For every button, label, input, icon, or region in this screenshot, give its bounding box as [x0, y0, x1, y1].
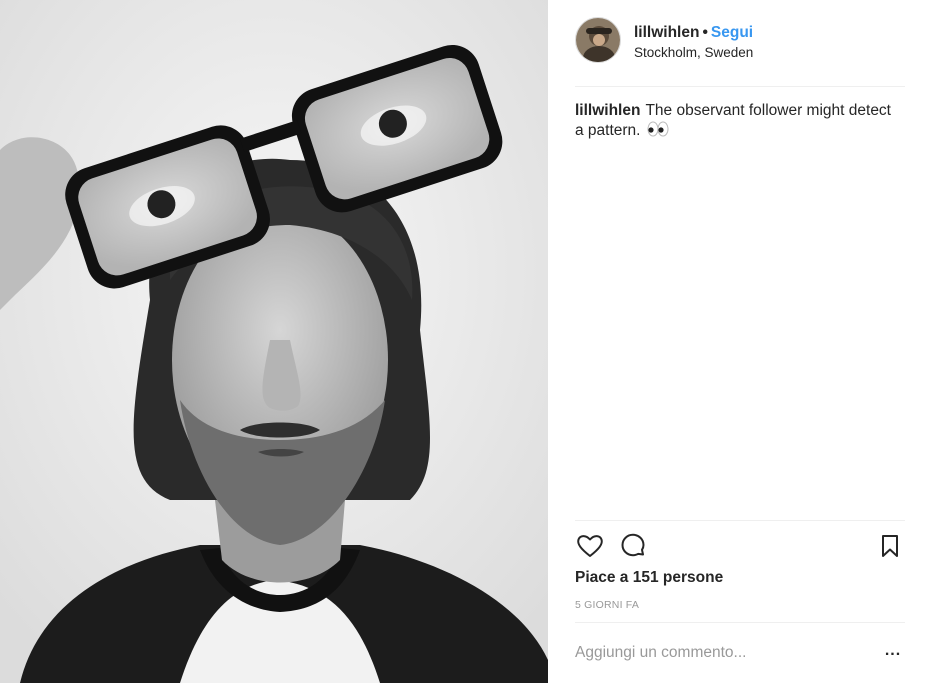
post-timestamp[interactable]: 5 GIORNI FA	[575, 599, 639, 611]
avatar[interactable]	[575, 17, 621, 63]
caption-username[interactable]: lillwihlen	[575, 102, 640, 119]
bookmark-icon[interactable]	[875, 531, 905, 561]
more-options-icon[interactable]: ...	[881, 643, 905, 663]
avatar-image	[576, 18, 620, 62]
photo-image	[0, 0, 548, 683]
comment-row: ...	[575, 638, 905, 668]
eyes-emoji-icon	[647, 121, 669, 143]
post-details-panel: lillwihlen • Segui Stockholm, Sweden lillw…	[548, 0, 930, 683]
post-header: lillwihlen • Segui Stockholm, Sweden	[575, 17, 905, 87]
separator-dot: •	[702, 24, 708, 41]
comment-icon[interactable]	[618, 531, 648, 561]
likes-count[interactable]: Piace a 151 persone	[575, 569, 723, 587]
follow-button[interactable]: Segui	[711, 24, 753, 41]
heart-icon[interactable]	[575, 531, 605, 561]
header-text: lillwihlen • Segui Stockholm, Sweden	[634, 23, 753, 61]
location-link[interactable]: Stockholm, Sweden	[634, 44, 753, 61]
actions-divider	[575, 520, 905, 521]
user-line: lillwihlen • Segui	[634, 23, 753, 42]
action-bar	[575, 531, 905, 561]
username-link[interactable]: lillwihlen	[634, 24, 699, 41]
post-photo[interactable]	[0, 0, 548, 683]
instagram-post: lillwihlen • Segui Stockholm, Sweden lillw…	[0, 0, 930, 683]
caption: lillwihlen The observant follower might d…	[575, 101, 895, 143]
comment-divider	[575, 622, 905, 623]
comment-input[interactable]	[575, 638, 865, 668]
